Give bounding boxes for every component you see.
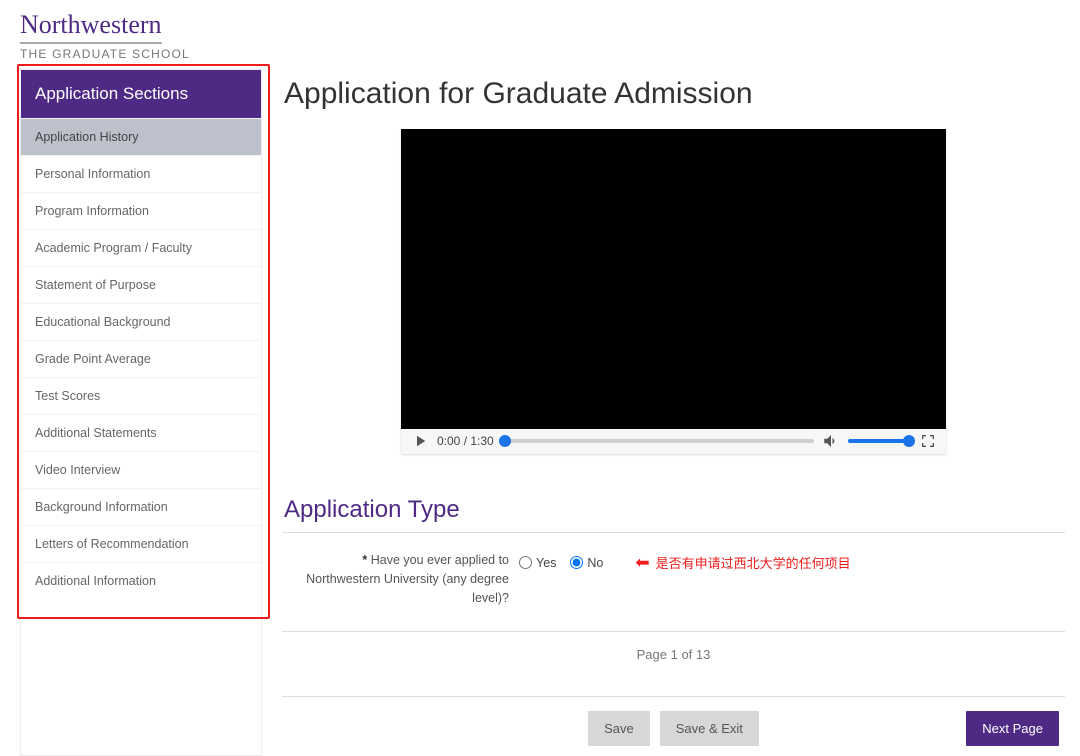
video-player: 0:00 / 1:30 <box>401 129 946 454</box>
brand-name: Northwestern <box>20 10 162 44</box>
sidebar-item-grade-point-average[interactable]: Grade Point Average <box>21 340 261 377</box>
next-page-button[interactable]: Next Page <box>966 711 1059 746</box>
button-row: Save Save & Exit Next Page <box>282 711 1065 756</box>
video-screen[interactable] <box>401 129 946 429</box>
sidebar-item-statement-of-purpose[interactable]: Statement of Purpose <box>21 266 261 303</box>
question-label: * Have you ever applied to Northwestern … <box>294 551 509 607</box>
sidebar-item-personal-information[interactable]: Personal Information <box>21 155 261 192</box>
sidebar-heading: Application Sections <box>21 70 261 118</box>
sidebar: Application Sections Application History… <box>20 69 262 756</box>
video-controls: 0:00 / 1:30 <box>401 429 946 454</box>
volume-icon[interactable] <box>822 432 840 450</box>
pager-text: Page 1 of 13 <box>637 647 711 662</box>
play-icon[interactable] <box>411 432 429 450</box>
main-panel: Application for Graduate Admission 0:00 … <box>282 69 1065 756</box>
sidebar-item-background-information[interactable]: Background Information <box>21 488 261 525</box>
sidebar-item-test-scores[interactable]: Test Scores <box>21 377 261 414</box>
sidebar-item-video-interview[interactable]: Video Interview <box>21 451 261 488</box>
annotation: ⬅ 是否有申请过西北大学的任何项目 <box>635 553 850 572</box>
brand-subtitle: THE GRADUATE SCHOOL <box>20 47 1070 61</box>
option-no-text: No <box>587 556 603 570</box>
option-yes-label[interactable]: Yes <box>519 556 556 570</box>
option-no-label[interactable]: No <box>570 556 603 570</box>
divider <box>282 532 1065 533</box>
sidebar-item-educational-background[interactable]: Educational Background <box>21 303 261 340</box>
volume-thumb[interactable] <box>903 435 915 447</box>
video-time: 0:00 / 1:30 <box>437 434 494 448</box>
save-button[interactable]: Save <box>588 711 650 746</box>
question-row: * Have you ever applied to Northwestern … <box>282 551 1065 617</box>
page-title: Application for Graduate Admission <box>284 77 1065 111</box>
question-text: Have you ever applied to Northwestern Un… <box>306 553 509 605</box>
radio-group-applied-before: Yes No ⬅ 是否有申请过西北大学的任何项目 <box>519 551 851 572</box>
save-exit-button[interactable]: Save & Exit <box>660 711 759 746</box>
radio-no[interactable] <box>570 556 583 569</box>
divider <box>282 696 1065 697</box>
section-heading-application-type: Application Type <box>284 496 1065 524</box>
sidebar-item-academic-program-faculty[interactable]: Academic Program / Faculty <box>21 229 261 266</box>
video-time-duration: 1:30 <box>470 434 493 448</box>
brand-block: Northwestern THE GRADUATE SCHOOL <box>20 10 1070 61</box>
sidebar-item-program-information[interactable]: Program Information <box>21 192 261 229</box>
fullscreen-icon[interactable] <box>920 433 936 449</box>
seek-slider[interactable] <box>502 439 814 443</box>
option-yes-text: Yes <box>536 556 556 570</box>
video-time-current: 0:00 <box>437 434 460 448</box>
seek-thumb[interactable] <box>499 435 511 447</box>
required-marker: * <box>362 553 367 567</box>
radio-yes[interactable] <box>519 556 532 569</box>
volume-slider[interactable] <box>848 439 912 443</box>
pager: Page 1 of 13 <box>282 632 1065 682</box>
sidebar-item-additional-statements[interactable]: Additional Statements <box>21 414 261 451</box>
sidebar-item-application-history[interactable]: Application History <box>21 118 261 155</box>
annotation-text: 是否有申请过西北大学的任何项目 <box>656 553 851 572</box>
sidebar-item-additional-information[interactable]: Additional Information <box>21 562 261 599</box>
sidebar-item-letters-of-recommendation[interactable]: Letters of Recommendation <box>21 525 261 562</box>
